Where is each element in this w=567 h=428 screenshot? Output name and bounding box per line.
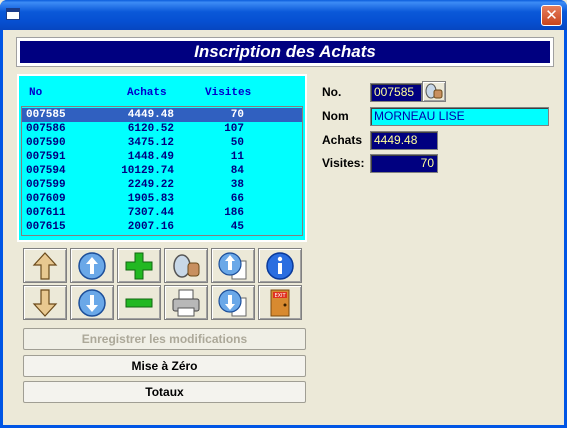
add-icon: [125, 252, 153, 280]
scroll-up-button[interactable]: [211, 248, 255, 283]
cell-no: 007591: [26, 151, 66, 163]
print-button[interactable]: [164, 285, 208, 320]
add-record-button[interactable]: [117, 248, 161, 283]
cell-achats: 4449.48: [127, 109, 174, 121]
delete-record-button[interactable]: [117, 285, 161, 320]
table-row[interactable]: 007590 3475.12 50: [22, 136, 302, 150]
cell-achats: 2007.16: [127, 221, 174, 233]
arrow-down-icon: [32, 289, 58, 317]
search-icon: [173, 254, 200, 278]
cell-visites: 45: [230, 221, 244, 233]
cell-visites: 11: [230, 151, 244, 163]
search-button[interactable]: [164, 248, 208, 283]
table-row[interactable]: 007599 2249.22 38: [22, 178, 302, 192]
list-rows: 007585 4449.48 70 007586 6120.52 107 007590 347…: [21, 106, 303, 236]
cell-no: 007585: [26, 109, 66, 121]
page-title: Inscription des Achats: [20, 41, 550, 63]
cell-visites: 186: [224, 207, 244, 219]
table-row[interactable]: 007585 4449.48 70: [22, 108, 302, 122]
cell-visites: 107: [224, 123, 244, 135]
purchases-list[interactable]: No Achats Visites 007585 4449.48 70 007586 6…: [17, 74, 307, 242]
app-window: ✕ Inscription des Achats No Achats Visit…: [0, 0, 567, 428]
down-doc-icon: [218, 289, 247, 317]
cell-no: 007586: [26, 123, 66, 135]
column-header-visites: Visites: [205, 87, 252, 99]
cell-achats: 6120.52: [127, 123, 174, 135]
cell-achats: 3475.12: [127, 137, 174, 149]
visites-label: Visites:: [322, 156, 365, 170]
cell-achats: 1905.83: [127, 193, 174, 205]
table-row[interactable]: 007591 1448.49 11: [22, 150, 302, 164]
cell-achats: 2249.22: [127, 179, 174, 191]
nom-field[interactable]: MORNEAU LISE: [370, 107, 549, 126]
next-record-button[interactable]: [70, 285, 114, 320]
column-header-achats: Achats: [127, 87, 167, 99]
visites-field[interactable]: 70: [370, 154, 438, 173]
achats-field[interactable]: 4449.48: [370, 131, 438, 150]
table-row[interactable]: 007609 1905.83 66: [22, 192, 302, 206]
reset-button[interactable]: Mise à Zéro: [23, 355, 306, 377]
up-circle-icon: [78, 252, 106, 280]
cell-visites: 66: [230, 193, 244, 205]
info-icon: [266, 252, 294, 280]
exit-button[interactable]: EXIT: [258, 285, 302, 320]
cell-visites: 84: [230, 165, 244, 177]
scroll-down-button[interactable]: [211, 285, 255, 320]
no-field[interactable]: 007585: [370, 83, 422, 102]
lookup-button[interactable]: [422, 81, 446, 102]
header-banner: Inscription des Achats: [16, 37, 554, 67]
column-header-no: No: [29, 87, 43, 99]
table-row[interactable]: 007611 7307.44 186: [22, 206, 302, 220]
achats-label: Achats: [322, 133, 363, 147]
exit-icon: EXIT: [270, 289, 290, 317]
totals-button[interactable]: Totaux: [23, 381, 306, 403]
title-bar[interactable]: ✕: [0, 0, 567, 30]
no-label: No.: [322, 85, 342, 99]
previous-record-button[interactable]: [70, 248, 114, 283]
cell-no: 007609: [26, 193, 66, 205]
cell-achats: 10129.74: [121, 165, 174, 177]
cell-visites: 70: [230, 109, 244, 121]
cell-achats: 1448.49: [127, 151, 174, 163]
lookup-icon: [425, 83, 443, 99]
cell-achats: 7307.44: [127, 207, 174, 219]
up-doc-icon: [218, 252, 247, 280]
nom-label: Nom: [322, 109, 349, 123]
cell-visites: 38: [230, 179, 244, 191]
remove-icon: [125, 298, 153, 308]
close-button[interactable]: ✕: [541, 5, 562, 26]
table-row[interactable]: 007594 10129.74 84: [22, 164, 302, 178]
info-button[interactable]: [258, 248, 302, 283]
save-changes-button[interactable]: Enregistrer les modifications: [23, 328, 306, 350]
down-circle-icon: [78, 289, 106, 317]
cell-visites: 50: [230, 137, 244, 149]
app-icon: [6, 8, 20, 20]
cell-no: 007615: [26, 221, 66, 233]
client-area: Inscription des Achats No Achats Visites…: [3, 30, 564, 425]
cell-no: 007611: [26, 207, 66, 219]
cell-no: 007594: [26, 165, 66, 177]
first-record-button[interactable]: [23, 248, 67, 283]
cell-no: 007599: [26, 179, 66, 191]
exit-label: EXIT: [274, 293, 286, 299]
table-row[interactable]: 007615 2007.16 45: [22, 220, 302, 234]
last-record-button[interactable]: [23, 285, 67, 320]
table-row[interactable]: 007586 6120.52 107: [22, 122, 302, 136]
cell-no: 007590: [26, 137, 66, 149]
print-icon: [172, 289, 200, 317]
list-header: No Achats Visites: [21, 78, 303, 104]
arrow-up-icon: [32, 252, 58, 280]
